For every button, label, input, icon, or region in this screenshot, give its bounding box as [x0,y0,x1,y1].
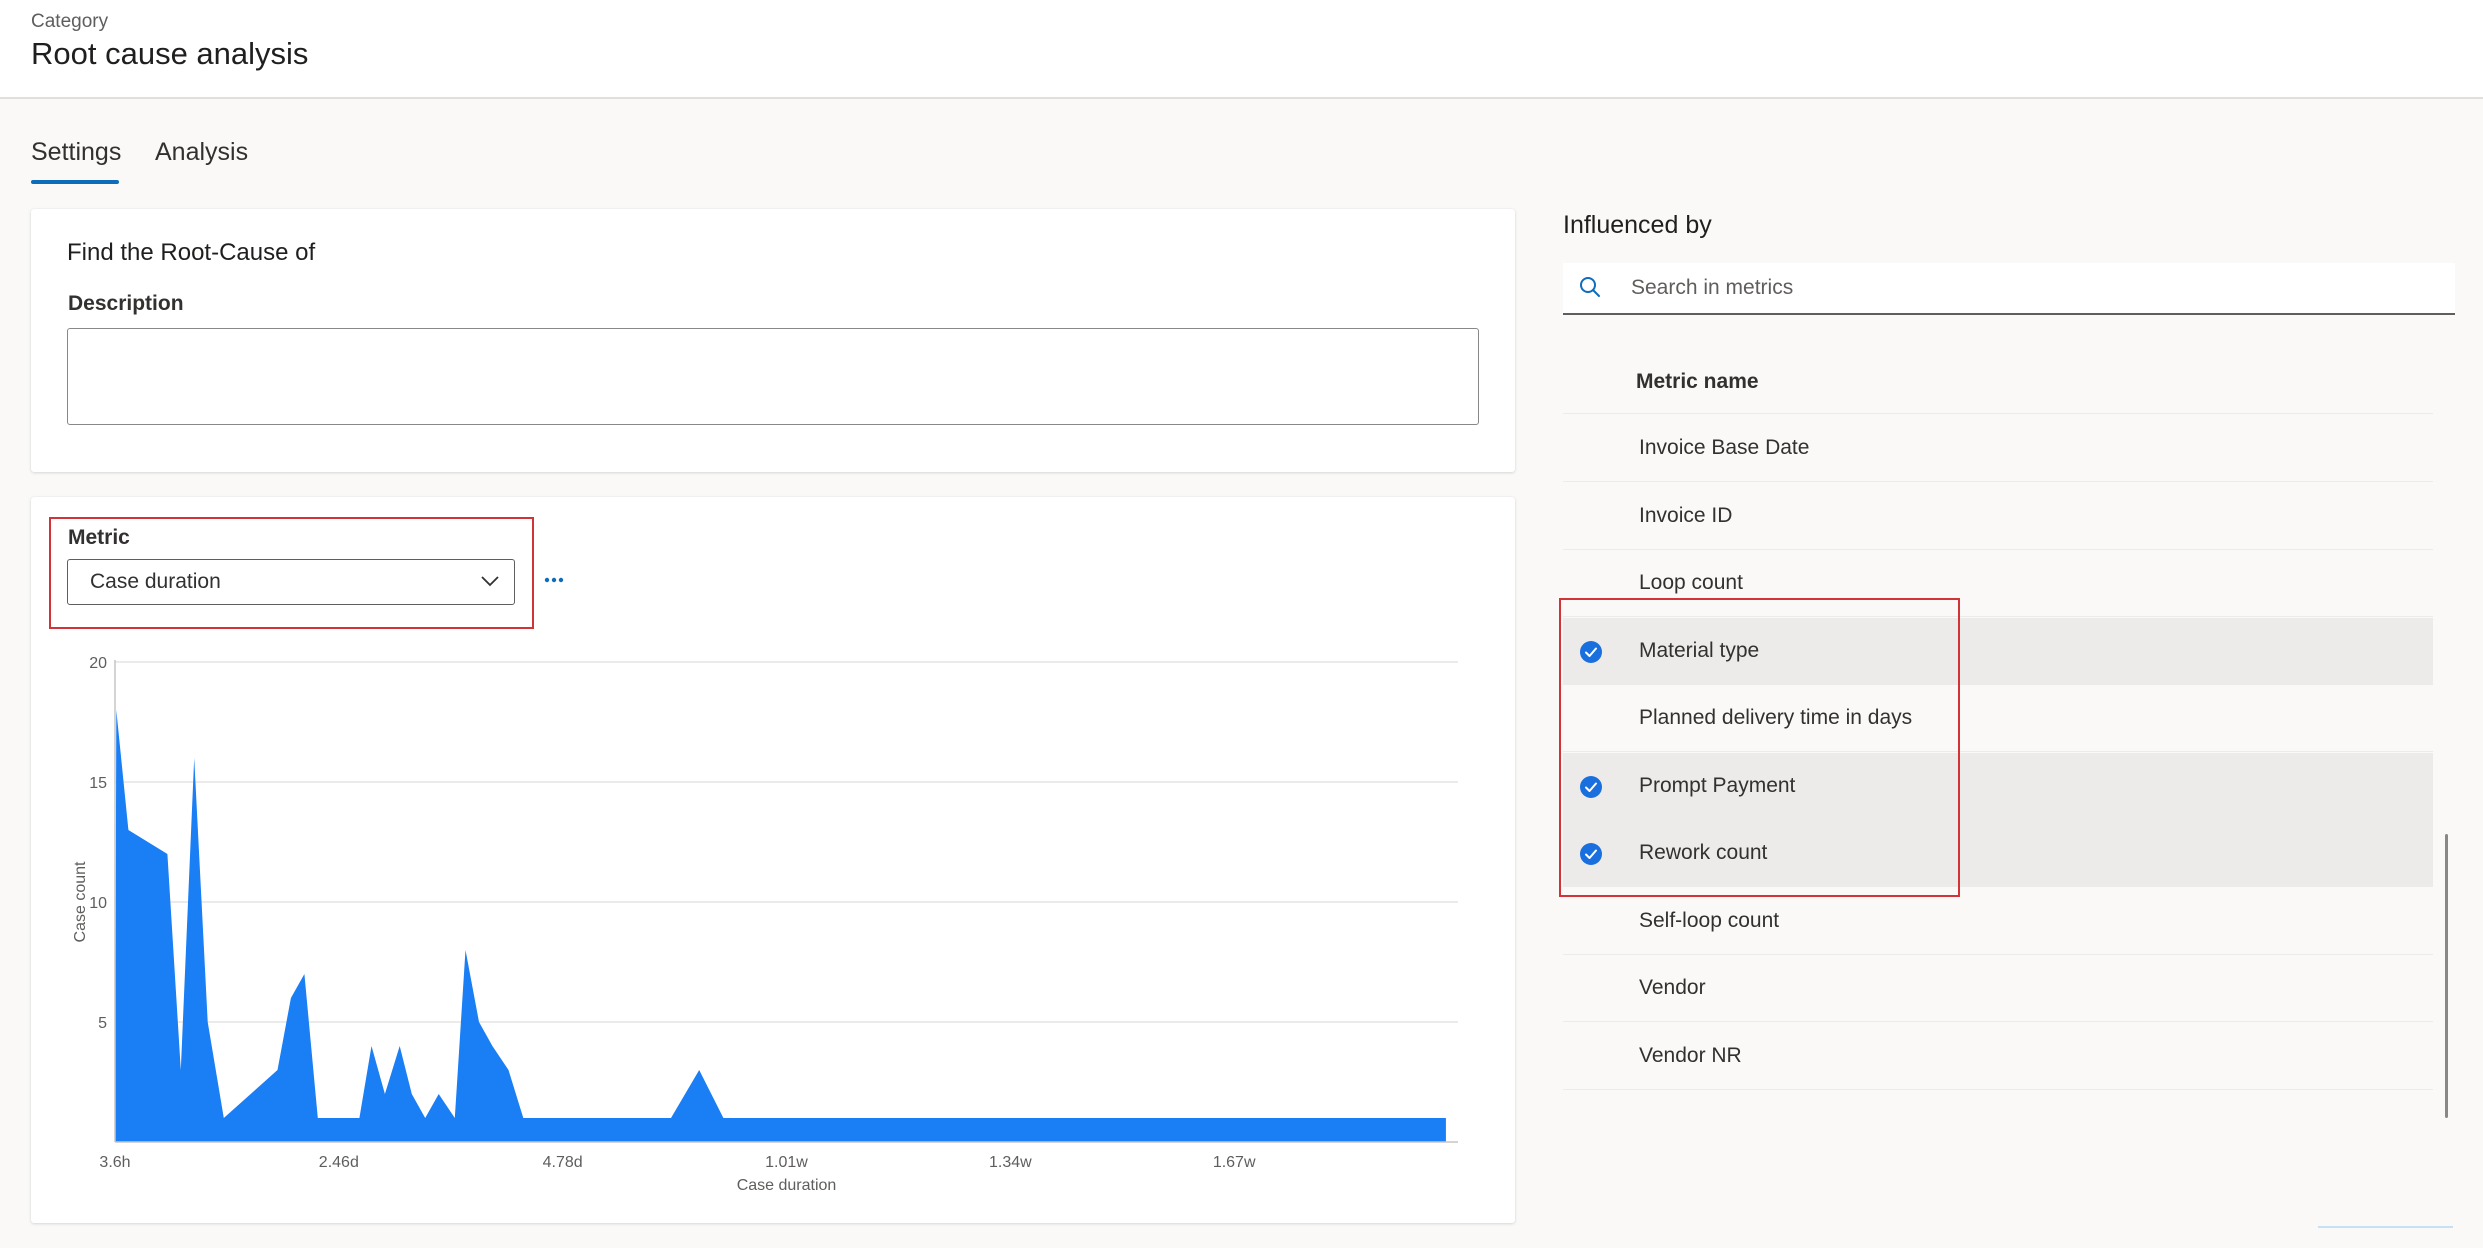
metric-row[interactable]: Vendor NR [1563,1023,2433,1090]
metric-row-label: Self-loop count [1639,908,1780,932]
page-header: Category Root cause analysis [0,0,2483,99]
active-tab-indicator [31,180,119,184]
search-input[interactable] [1629,271,2433,305]
y-tick-label: 10 [89,895,107,912]
category-label: Category [31,11,109,32]
selected-metrics-highlight-box [1559,598,1960,897]
x-tick-label: 4.78d [543,1154,583,1171]
chart-area-series [115,710,1446,1142]
metric-row-label: Vendor [1639,976,1706,999]
metric-row[interactable]: Self-loop count [1563,888,2433,955]
root-cause-title: Find the Root-Cause of [67,239,316,266]
corner-accent-line [2318,1226,2453,1228]
x-tick-label: 2.46d [319,1154,359,1171]
y-axis-title: Case count [72,861,89,942]
list-scrollbar[interactable] [2445,834,2448,1118]
metric-row[interactable]: Invoice ID [1563,483,2433,550]
x-tick-label: 1.67w [1213,1154,1256,1171]
metric-row[interactable]: Vendor [1563,955,2433,1022]
y-tick-label: 20 [89,655,107,672]
metric-row-label: Invoice Base Date [1639,436,1810,459]
y-tick-label: 5 [98,1015,107,1032]
metric-row-label: Loop count [1639,571,1743,594]
header-divider [1563,413,2433,414]
tab-analysis[interactable]: Analysis [155,138,248,167]
search-icon [1577,274,1603,305]
metric-row[interactable]: Invoice Base Date [1563,415,2433,482]
root-cause-card: Find the Root-Cause of Description [31,209,1515,472]
x-tick-label: 3.6h [99,1154,130,1171]
metric-name-column-header[interactable]: Metric name [1636,370,1759,394]
metric-search-box[interactable] [1563,263,2455,315]
x-tick-label: 1.01w [765,1154,808,1171]
description-label: Description [68,292,184,315]
description-field[interactable] [67,328,1479,425]
metric-highlight-box [49,517,534,629]
page-title: Root cause analysis [31,36,309,71]
influenced-by-title: Influenced by [1563,211,1712,239]
x-axis-title: Case duration [737,1177,837,1194]
metric-row-label: Invoice ID [1639,503,1733,527]
x-tick-label: 1.34w [989,1154,1032,1171]
tab-settings[interactable]: Settings [31,138,121,167]
metric-row-label: Vendor NR [1639,1043,1742,1067]
y-tick-label: 15 [89,775,107,792]
